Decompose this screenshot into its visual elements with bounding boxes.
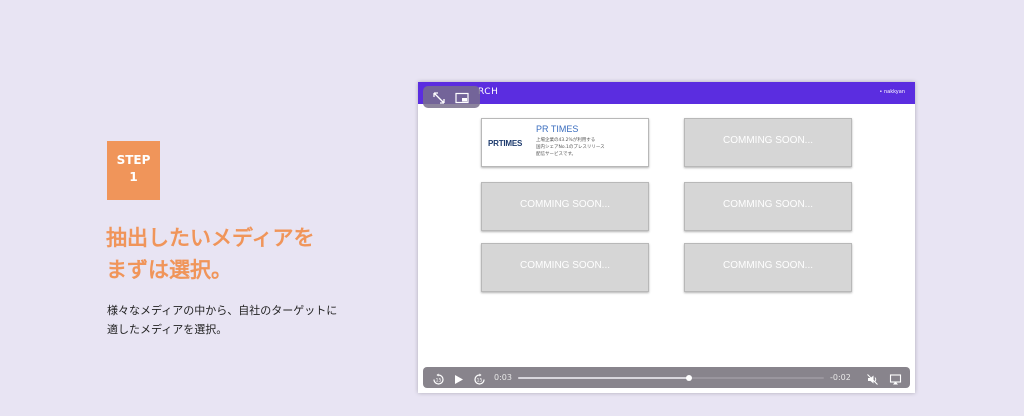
media-card-coming-soon[interactable]: COMMING SOON...	[684, 118, 852, 167]
prtimes-desc-line: 上場企業の43.2%が利用する	[536, 138, 596, 143]
media-card-coming-soon[interactable]: COMMING SOON...	[684, 243, 852, 292]
svg-text:15: 15	[436, 378, 442, 384]
scrubber-fill	[518, 377, 690, 379]
headline: 抽出したいメディアを まずは選択。	[106, 222, 406, 286]
media-card-prtimes[interactable]: PRTIMES PR TIMES 上場企業の43.2%が利用する 国内シェアNo…	[481, 118, 649, 167]
skip-back-15-icon[interactable]: 15	[432, 371, 445, 385]
video-pip-controls	[423, 86, 480, 108]
prtimes-desc-line: 国内シェアNo.1のプレスリリース	[536, 145, 605, 150]
description: 様々なメディアの中から、自社のターゲットに 適したメディアを選択。	[107, 301, 407, 339]
coming-soon-label: COMMING SOON...	[520, 199, 610, 210]
remaining-time: -0:02	[830, 373, 851, 382]
play-icon[interactable]	[452, 371, 465, 384]
media-card-coming-soon[interactable]: COMMING SOON...	[684, 182, 852, 231]
coming-soon-label: COMMING SOON...	[520, 260, 610, 271]
scrubber-thumb[interactable]	[686, 375, 693, 381]
prtimes-title: PR TIMES	[536, 124, 579, 134]
picture-in-picture-icon[interactable]	[455, 90, 469, 104]
coming-soon-label: COMMING SOON...	[723, 199, 813, 210]
media-card-coming-soon[interactable]: COMMING SOON...	[481, 182, 649, 231]
user-label[interactable]: • nakkyan	[879, 89, 905, 95]
step-badge: STEP 1	[107, 141, 160, 200]
app-screen-video: RCH • nakkyan PRTIMES PR TIMES 上場企業の43.2…	[418, 82, 915, 393]
app-title: RCH	[478, 87, 499, 97]
description-line-2: 適したメディアを選択。	[107, 323, 228, 336]
prtimes-logo: PRTIMES	[488, 139, 523, 148]
airplay-icon[interactable]	[889, 371, 902, 385]
video-control-bar: 15 15 0:03 -0:02	[423, 367, 910, 388]
description-line-1: 様々なメディアの中から、自社のターゲットに	[107, 304, 338, 317]
coming-soon-label: COMMING SOON...	[723, 260, 813, 271]
app-topbar: RCH • nakkyan	[418, 82, 915, 104]
prtimes-desc-line: 配信サービスです。	[536, 152, 577, 157]
headline-line-1: 抽出したいメディアを	[106, 226, 315, 250]
video-scrubber[interactable]	[518, 375, 824, 381]
step-number: 1	[129, 170, 138, 184]
step-label: STEP	[116, 153, 151, 167]
prtimes-description: 上場企業の43.2%が利用する 国内シェアNo.1のプレスリリース 配信サービス…	[536, 137, 646, 158]
skip-forward-15-icon[interactable]: 15	[473, 371, 486, 385]
media-card-coming-soon[interactable]: COMMING SOON...	[481, 243, 649, 292]
current-time: 0:03	[494, 373, 512, 382]
svg-text:15: 15	[477, 378, 483, 384]
mute-icon[interactable]	[866, 371, 879, 385]
headline-line-2: まずは選択。	[106, 258, 232, 282]
coming-soon-label: COMMING SOON...	[723, 135, 813, 146]
expand-arrows-icon[interactable]	[432, 90, 446, 104]
